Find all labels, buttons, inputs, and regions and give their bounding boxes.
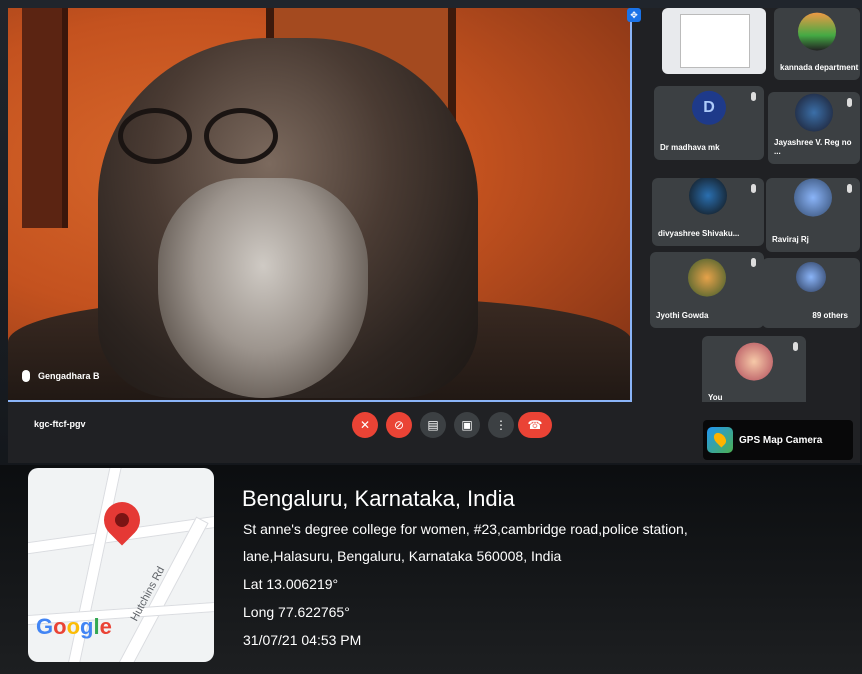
camera-toggle-button[interactable]: ⊘ [386, 412, 412, 438]
main-speaker-video[interactable]: Gengadhara B [8, 8, 632, 402]
location-title: Bengaluru, Karnataka, India [242, 486, 515, 511]
participant-name: Jyothi Gowda [656, 311, 709, 320]
address-line-1: St anne's degree college for women, #23,… [243, 521, 688, 537]
avatar-group [796, 261, 826, 292]
participant-tile[interactable]: kannada department [774, 8, 860, 80]
mic-off-icon [751, 184, 756, 193]
avatar [795, 93, 833, 132]
speaker-name: Gengadhara B [38, 371, 100, 381]
mic-off-icon [22, 370, 30, 382]
timestamp: 31/07/21 04:53 PM [243, 632, 362, 648]
participant-name: divyashree Shivaku... [658, 229, 740, 238]
mic-off-icon [847, 98, 852, 107]
mic-off-icon: ✕ [359, 418, 371, 432]
participant-name: Raviraj Rj [772, 235, 809, 244]
gps-map-camera-badge: GPS Map Camera [703, 420, 853, 460]
pin-icon[interactable]: ✥ [627, 8, 641, 22]
mic-off-icon [751, 258, 756, 267]
location-map: Hutchins Rd Google [28, 468, 214, 662]
mic-off-icon [793, 342, 798, 351]
participant-tile[interactable]: Raviraj Rj [766, 178, 860, 252]
speaker-beard [158, 178, 368, 398]
present-icon: ▣ [461, 418, 473, 432]
participant-name: kannada department [780, 63, 859, 72]
captions-icon: ▤ [427, 418, 439, 432]
captions-button[interactable]: ▤ [420, 412, 446, 438]
participant-tile[interactable]: divyashree Shivaku... [652, 178, 764, 246]
avatar [735, 342, 773, 381]
avatar [798, 12, 836, 51]
participant-tile[interactable]: Jyothi Gowda [650, 252, 764, 328]
participant-name: You [708, 393, 723, 402]
latitude: Lat 13.006219° [243, 576, 339, 592]
speaker-glasses [118, 108, 318, 168]
meeting-code: kgc-ftcf-pgv [34, 419, 86, 429]
more-vert-icon: ⋮ [495, 418, 507, 432]
speaker-label: Gengadhara B [22, 370, 100, 382]
leave-call-button[interactable]: ☎ [518, 412, 552, 438]
avatar [689, 178, 727, 215]
longitude: Long 77.622765° [243, 604, 350, 620]
present-button[interactable]: ▣ [454, 412, 480, 438]
meet-screen: Gengadhara B ✥ kannada department D Dr m… [8, 8, 860, 463]
wall-frame-left [22, 8, 68, 228]
participant-tile-self[interactable]: You [702, 336, 806, 410]
participant-name: Jayashree V. Reg no ... [774, 138, 852, 156]
participant-tile-presentation[interactable] [662, 8, 766, 74]
camera-off-icon: ⊘ [393, 418, 405, 432]
avatar-initial: D [703, 98, 715, 116]
gps-brand-name: GPS Map Camera [739, 434, 823, 446]
participant-tile-others[interactable]: 89 others [762, 258, 860, 328]
gps-map-camera-logo-icon [707, 427, 733, 453]
address-line-2: lane,Halasuru, Bengaluru, Karnataka 5600… [243, 548, 562, 564]
mic-off-icon [847, 184, 852, 193]
microphone-toggle-button[interactable]: ✕ [352, 412, 378, 438]
avatar [688, 258, 726, 297]
google-logo: Google [36, 614, 112, 639]
participant-tile[interactable]: D Dr madhava mk [654, 86, 764, 160]
presentation-thumbnail [680, 14, 750, 68]
phone-end-icon: ☎ [527, 418, 543, 432]
avatar: D [692, 90, 726, 125]
mic-off-icon [751, 92, 756, 101]
avatar [794, 178, 832, 217]
more-options-button[interactable]: ⋮ [488, 412, 514, 438]
participant-tile[interactable]: Jayashree V. Reg no ... [768, 92, 860, 164]
participant-name: Dr madhava mk [660, 143, 720, 152]
participant-name: 89 others [812, 311, 848, 320]
